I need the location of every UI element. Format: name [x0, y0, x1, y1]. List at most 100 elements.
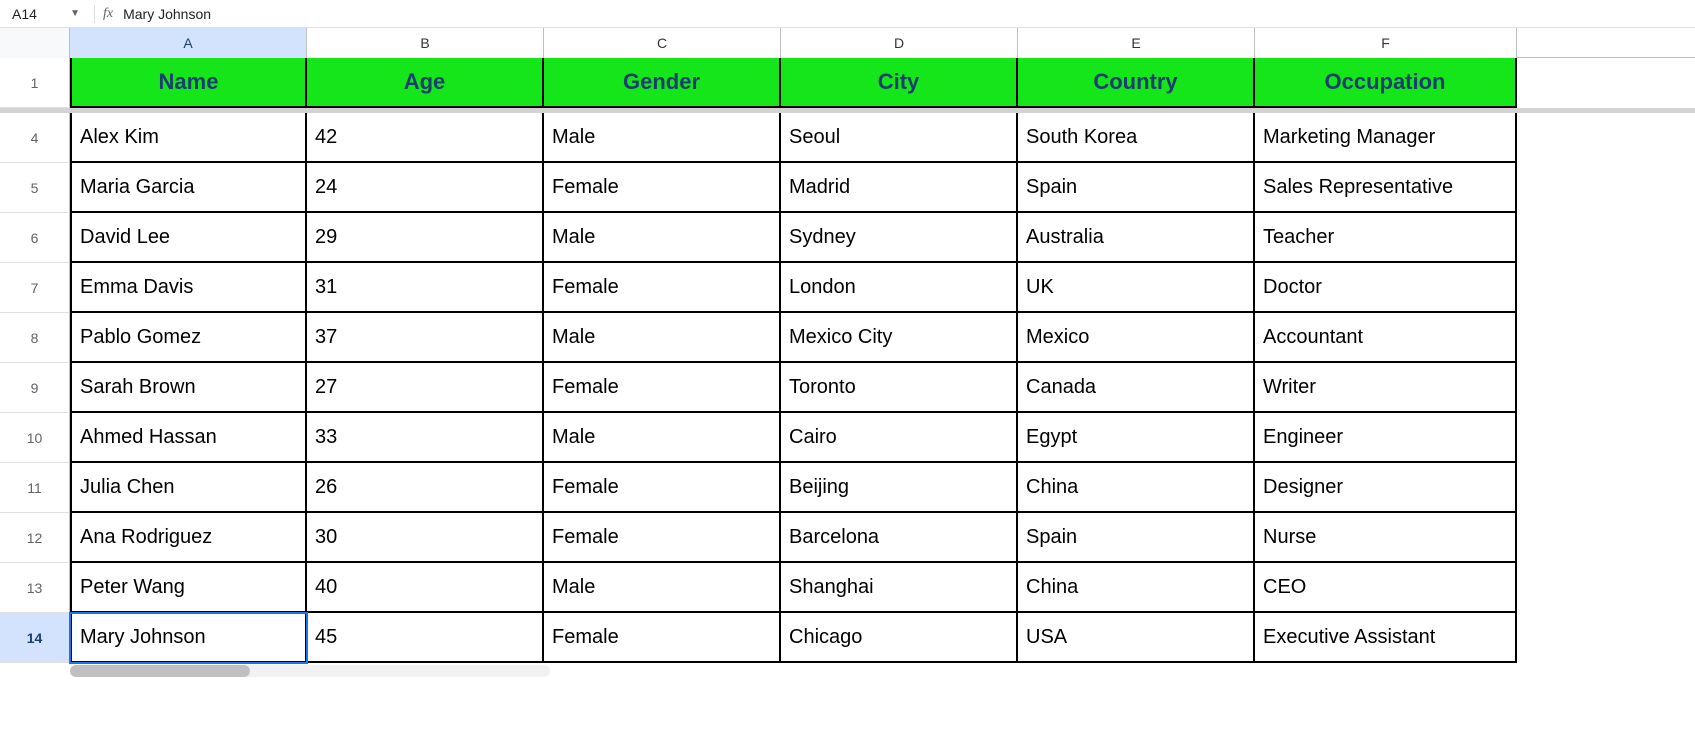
cell[interactable]: Chicago	[781, 613, 1018, 663]
cell[interactable]: Female	[544, 513, 781, 563]
cell[interactable]: Beijing	[781, 463, 1018, 513]
chevron-down-icon[interactable]: ▼	[70, 8, 80, 19]
column-header-e[interactable]: E	[1018, 28, 1255, 58]
cell[interactable]: 27	[307, 363, 544, 413]
cell[interactable]: Sarah Brown	[70, 363, 307, 413]
cell[interactable]: Doctor	[1255, 263, 1517, 313]
cell[interactable]: Mary Johnson	[70, 613, 307, 663]
row-header[interactable]: 12	[0, 513, 70, 563]
cell[interactable]: London	[781, 263, 1018, 313]
cell[interactable]: China	[1018, 463, 1255, 513]
cell[interactable]: China	[1018, 563, 1255, 613]
row-header[interactable]: 9	[0, 363, 70, 413]
cell[interactable]: Male	[544, 113, 781, 163]
spreadsheet-grid: A B C D E F 1 Name Age Gender City Count…	[0, 28, 1695, 677]
table-row: 12Ana Rodriguez30FemaleBarcelonaSpainNur…	[0, 513, 1695, 563]
cell[interactable]: Egypt	[1018, 413, 1255, 463]
cell[interactable]: 45	[307, 613, 544, 663]
cell[interactable]: Sydney	[781, 213, 1018, 263]
row-header[interactable]: 5	[0, 163, 70, 213]
cell[interactable]: Mexico City	[781, 313, 1018, 363]
cell[interactable]: Executive Assistant	[1255, 613, 1517, 663]
cell[interactable]: Female	[544, 363, 781, 413]
scrollbar-thumb[interactable]	[70, 665, 250, 677]
cell[interactable]: Seoul	[781, 113, 1018, 163]
cell[interactable]: Spain	[1018, 513, 1255, 563]
cell[interactable]: 40	[307, 563, 544, 613]
cell[interactable]: Accountant	[1255, 313, 1517, 363]
cell[interactable]: Male	[544, 313, 781, 363]
cell[interactable]: Ana Rodriguez	[70, 513, 307, 563]
cell[interactable]: 33	[307, 413, 544, 463]
cell[interactable]: Emma Davis	[70, 263, 307, 313]
cell[interactable]: Writer	[1255, 363, 1517, 413]
header-cell-name[interactable]: Name	[70, 58, 307, 108]
row-header[interactable]: 10	[0, 413, 70, 463]
cell[interactable]: Male	[544, 213, 781, 263]
cell[interactable]: Engineer	[1255, 413, 1517, 463]
cell[interactable]: 30	[307, 513, 544, 563]
cell[interactable]: Madrid	[781, 163, 1018, 213]
column-header-c[interactable]: C	[544, 28, 781, 58]
horizontal-scrollbar[interactable]	[70, 665, 550, 677]
header-cell-country[interactable]: Country	[1018, 58, 1255, 108]
cell[interactable]: Toronto	[781, 363, 1018, 413]
cell[interactable]: 31	[307, 263, 544, 313]
cell[interactable]: 42	[307, 113, 544, 163]
row-header[interactable]: 14	[0, 613, 70, 663]
column-header-a[interactable]: A	[70, 28, 307, 58]
cell[interactable]: Alex Kim	[70, 113, 307, 163]
cell[interactable]: 24	[307, 163, 544, 213]
header-cell-age[interactable]: Age	[307, 58, 544, 108]
cell[interactable]: Male	[544, 413, 781, 463]
cell[interactable]: David Lee	[70, 213, 307, 263]
cell[interactable]: Canada	[1018, 363, 1255, 413]
cell[interactable]: Ahmed Hassan	[70, 413, 307, 463]
cell[interactable]: Peter Wang	[70, 563, 307, 613]
row-header[interactable]: 11	[0, 463, 70, 513]
cell[interactable]: Female	[544, 613, 781, 663]
cell[interactable]: Designer	[1255, 463, 1517, 513]
header-cell-gender[interactable]: Gender	[544, 58, 781, 108]
row-header[interactable]: 7	[0, 263, 70, 313]
row-header[interactable]: 13	[0, 563, 70, 613]
cell[interactable]: Pablo Gomez	[70, 313, 307, 363]
cell[interactable]: 26	[307, 463, 544, 513]
cell[interactable]: Julia Chen	[70, 463, 307, 513]
cell[interactable]: Shanghai	[781, 563, 1018, 613]
cell[interactable]: Marketing Manager	[1255, 113, 1517, 163]
select-all-corner[interactable]	[0, 28, 70, 58]
cell[interactable]: Male	[544, 563, 781, 613]
row-header[interactable]: 6	[0, 213, 70, 263]
table-row: 6David Lee29MaleSydneyAustraliaTeacher	[0, 213, 1695, 263]
row-header-1[interactable]: 1	[0, 58, 70, 108]
column-header-b[interactable]: B	[307, 28, 544, 58]
column-header-d[interactable]: D	[781, 28, 1018, 58]
cell[interactable]: Female	[544, 263, 781, 313]
cell[interactable]: CEO	[1255, 563, 1517, 613]
row-header[interactable]: 8	[0, 313, 70, 363]
cell[interactable]: Female	[544, 463, 781, 513]
name-box[interactable]: A14 ▼	[6, 4, 86, 24]
header-cell-occupation[interactable]: Occupation	[1255, 58, 1517, 108]
cell[interactable]: Female	[544, 163, 781, 213]
cell[interactable]: 37	[307, 313, 544, 363]
cell[interactable]: Nurse	[1255, 513, 1517, 563]
cell[interactable]: Teacher	[1255, 213, 1517, 263]
cell[interactable]: USA	[1018, 613, 1255, 663]
cell[interactable]: 29	[307, 213, 544, 263]
cell[interactable]: Mexico	[1018, 313, 1255, 363]
formula-input[interactable]: Mary Johnson	[123, 6, 211, 22]
cell[interactable]: Australia	[1018, 213, 1255, 263]
cell[interactable]: Sales Representative	[1255, 163, 1517, 213]
cell[interactable]: Maria Garcia	[70, 163, 307, 213]
cell[interactable]: South Korea	[1018, 113, 1255, 163]
cell[interactable]: Spain	[1018, 163, 1255, 213]
cell[interactable]: Cairo	[781, 413, 1018, 463]
column-header-f[interactable]: F	[1255, 28, 1517, 58]
cell[interactable]: Barcelona	[781, 513, 1018, 563]
header-cell-city[interactable]: City	[781, 58, 1018, 108]
row-header[interactable]: 4	[0, 113, 70, 163]
table-row: 11Julia Chen26FemaleBeijingChinaDesigner	[0, 463, 1695, 513]
cell[interactable]: UK	[1018, 263, 1255, 313]
